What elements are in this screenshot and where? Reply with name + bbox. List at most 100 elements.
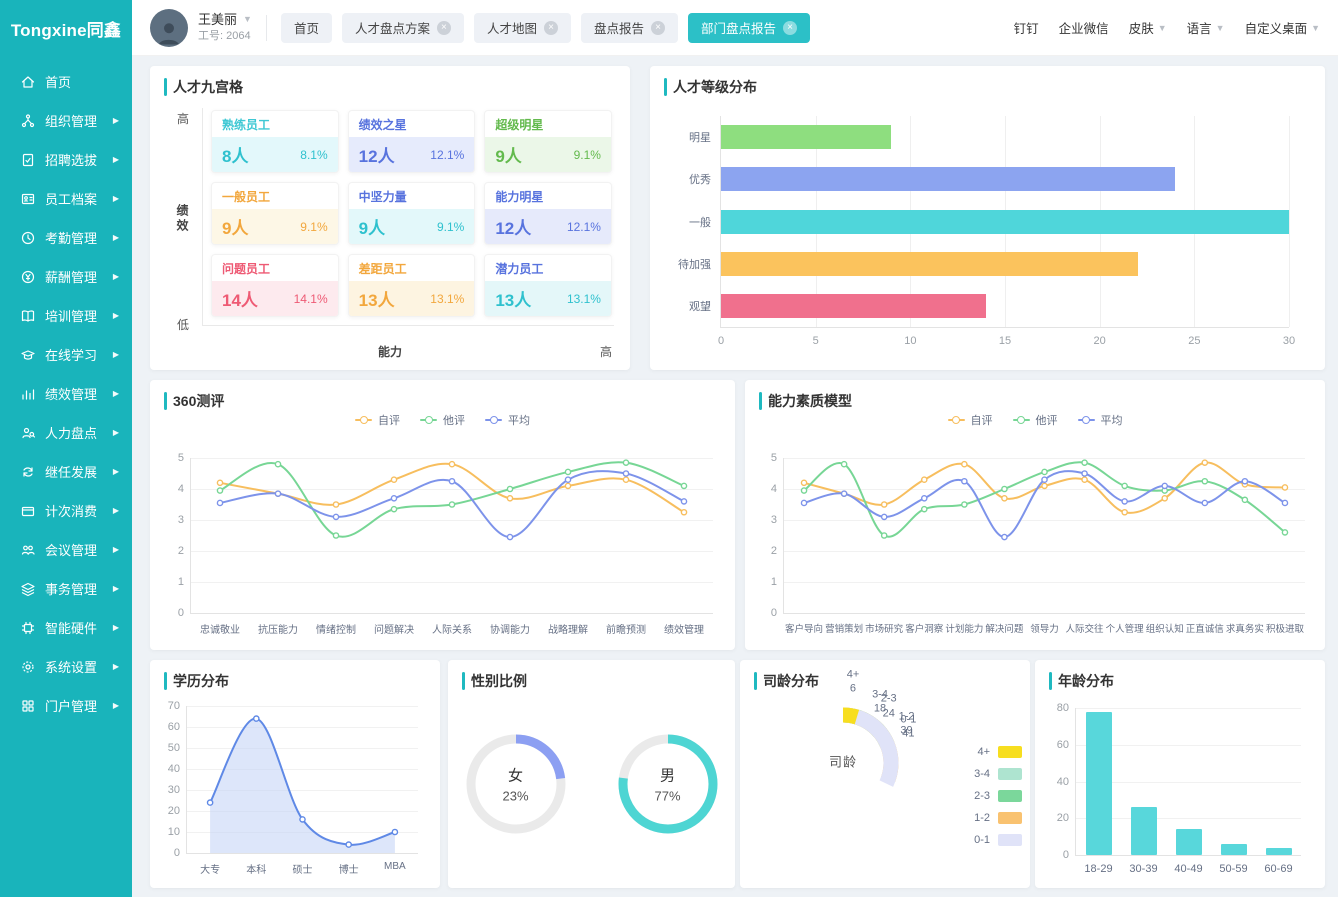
x-tick-label: 5: [813, 335, 819, 347]
data-point: [1242, 479, 1247, 484]
custom-desktop-dropdown[interactable]: 自定义桌面▼: [1245, 18, 1320, 37]
sidebar-item-online-learning[interactable]: 在线学习 ▶: [0, 335, 132, 374]
data-point: [1282, 500, 1287, 505]
nine-grid-cell-problem[interactable]: 问题员工14人14.1%: [211, 254, 339, 317]
sidebar-item-meeting[interactable]: 会议管理 ▶: [0, 530, 132, 569]
sidebar-item-attendance[interactable]: 考勤管理 ▶: [0, 218, 132, 257]
sidebar-item-label: 人力盘点: [45, 423, 97, 442]
nine-grid-cell-potential[interactable]: 潜力员工13人13.1%: [484, 254, 612, 317]
chart-legend: 自评他评平均: [759, 412, 1311, 428]
chevron-right-icon: ▶: [113, 662, 119, 671]
nine-grid-cell-backbone[interactable]: 中坚力量9人9.1%: [348, 182, 476, 245]
close-icon[interactable]: ×: [437, 21, 451, 35]
sidebar-item-label: 考勤管理: [45, 228, 97, 247]
series-line: [220, 462, 684, 537]
tab-talent-plan[interactable]: 人才盘点方案 ×: [342, 13, 464, 43]
close-icon[interactable]: ×: [783, 21, 797, 35]
sidebar-item-org[interactable]: 组织管理 ▶: [0, 101, 132, 140]
data-point: [842, 462, 847, 467]
nine-grid-cell-general[interactable]: 一般员工9人9.1%: [211, 182, 339, 245]
y-tick-label: 2: [771, 545, 777, 557]
sidebar: Tongxine同鑫 首页 组织管理 ▶ 招聘选拔 ▶ 员工档案 ▶ 考勤管理 …: [0, 0, 132, 897]
y-tick-label: 1: [178, 576, 184, 588]
x-tick-label: 10: [904, 335, 916, 347]
panel-title: 人才等级分布: [664, 77, 757, 97]
dingtalk-link[interactable]: 钉钉: [1014, 18, 1039, 37]
tab-talent-map[interactable]: 人才地图 ×: [474, 13, 571, 43]
panel-title: 学历分布: [164, 671, 229, 691]
x-category-label: 组织认知: [1146, 621, 1184, 635]
gridline: [1076, 708, 1301, 709]
sidebar-item-affairs[interactable]: 事务管理 ▶: [0, 569, 132, 608]
sidebar-item-label: 组织管理: [45, 111, 97, 130]
close-icon[interactable]: ×: [651, 21, 665, 35]
nine-grid-cell-ability-star[interactable]: 能力明星12人12.1%: [484, 182, 612, 245]
y-tick-label: 5: [178, 452, 184, 464]
tab-home[interactable]: 首页: [281, 13, 332, 43]
user-name-row[interactable]: 王美丽 ▼: [198, 12, 252, 28]
wecom-link[interactable]: 企业微信: [1059, 18, 1109, 37]
legend-swatch: [998, 746, 1022, 758]
gender-label: 女: [502, 765, 528, 786]
sidebar-item-label: 计次消费: [45, 501, 97, 520]
x-category-label: 硕士: [293, 861, 313, 876]
tab-dept-review-report[interactable]: 部门盘点报告 ×: [688, 13, 810, 43]
data-point: [565, 469, 570, 474]
user-avatar[interactable]: [150, 9, 188, 47]
data-point: [1122, 510, 1127, 515]
bar-观望: [721, 294, 986, 318]
chevron-right-icon: ▶: [113, 467, 119, 476]
nine-grid-cell-skilled[interactable]: 熟练员工8人8.1%: [211, 110, 339, 173]
close-icon[interactable]: ×: [544, 21, 558, 35]
sidebar-item-consumption[interactable]: 计次消费 ▶: [0, 491, 132, 530]
data-point: [392, 829, 397, 834]
tenure-slice-label: 0-141: [900, 712, 916, 741]
y-tick-label: 80: [1057, 702, 1069, 714]
data-point: [300, 817, 305, 822]
line-chart-svg: [784, 458, 1305, 613]
x-category-label: 客户洞察: [905, 621, 943, 635]
x-category-label: 大专: [200, 861, 220, 876]
sidebar-item-settings[interactable]: 系统设置 ▶: [0, 647, 132, 686]
sidebar-item-training[interactable]: 培训管理 ▶: [0, 296, 132, 335]
sidebar-item-talent-review[interactable]: 人力盘点 ▶: [0, 413, 132, 452]
x-tick-label: 20: [1094, 335, 1106, 347]
legend-marker: [948, 419, 965, 421]
language-dropdown[interactable]: 语言▼: [1187, 18, 1225, 37]
panel-competency-model: 能力素质模型 自评他评平均012345客户导向营销策划市场研究客户洞察计划能力解…: [745, 380, 1325, 650]
competency-line-chart: 自评他评平均012345客户导向营销策划市场研究客户洞察计划能力解决问题领导力人…: [759, 412, 1311, 644]
nine-grid-cell-super-star[interactable]: 超级明星9人9.1%: [484, 110, 612, 173]
data-point: [1042, 469, 1047, 474]
sidebar-item-employee-file[interactable]: 员工档案 ▶: [0, 179, 132, 218]
tab-review-report[interactable]: 盘点报告 ×: [581, 13, 678, 43]
user-name: 王美丽: [198, 12, 237, 28]
legend-item: 自评: [948, 412, 993, 428]
skin-dropdown[interactable]: 皮肤▼: [1129, 18, 1167, 37]
panel-title: 人才九宫格: [164, 77, 243, 97]
x-category-label: 计划能力: [945, 621, 983, 635]
cell-percent: 9.1%: [574, 148, 601, 162]
cell-value: 13人: [495, 286, 531, 311]
cell-value: 12人: [359, 142, 395, 167]
y-tick-label: 50: [168, 742, 180, 754]
tenure-legend: 4+3-42-31-20-1: [974, 746, 1022, 846]
sidebar-item-portal[interactable]: 门户管理 ▶: [0, 686, 132, 725]
sidebar-item-label: 门户管理: [45, 696, 97, 715]
y-tick-label: 0: [771, 607, 777, 619]
education-area-chart: 010203040506070大专本科硕士博士MBA: [160, 696, 426, 882]
nine-grid-cell-performance-star[interactable]: 绩效之星12人12.1%: [348, 110, 476, 173]
sidebar-item-home[interactable]: 首页: [0, 62, 132, 101]
y-tick-label: 0: [1063, 849, 1069, 861]
sidebar-item-salary[interactable]: 薪酬管理 ▶: [0, 257, 132, 296]
sidebar-item-recruit[interactable]: 招聘选拔 ▶: [0, 140, 132, 179]
sidebar-item-hardware[interactable]: 智能硬件 ▶: [0, 608, 132, 647]
sidebar-item-succession[interactable]: 继任发展 ▶: [0, 452, 132, 491]
sidebar-item-performance[interactable]: 绩效管理 ▶: [0, 374, 132, 413]
data-point: [1082, 477, 1087, 482]
x-category-label: 领导力: [1030, 621, 1059, 635]
x-category-label: 本科: [246, 861, 266, 876]
data-point: [962, 462, 967, 467]
nine-grid-cell-gap[interactable]: 差距员工13人13.1%: [348, 254, 476, 317]
data-point: [1162, 483, 1167, 488]
y-tick-label: 4: [771, 483, 777, 495]
